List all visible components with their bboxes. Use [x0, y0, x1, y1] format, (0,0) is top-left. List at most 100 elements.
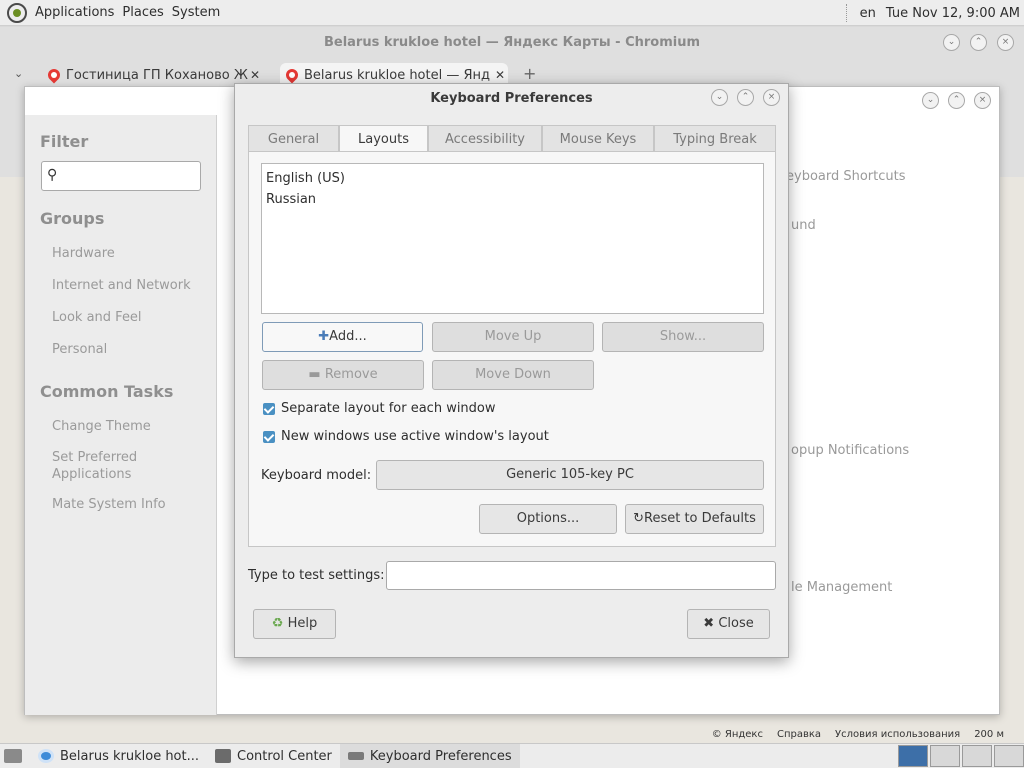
tab-close-icon[interactable]: ✕	[250, 68, 260, 82]
cc-item-keyboard-shortcuts[interactable]: eyboard Shortcuts	[786, 169, 906, 184]
group-look-feel[interactable]: Look and Feel	[52, 309, 142, 326]
move-up-button[interactable]: Move Up	[432, 322, 594, 352]
clock[interactable]: Tue Nov 12, 9:00 AM	[886, 6, 1020, 21]
chromium-minimize-button[interactable]: ⌄	[943, 34, 960, 51]
help-label: Help	[287, 616, 318, 631]
taskbar-item-label: Belarus krukloe hot...	[60, 748, 200, 764]
checkbox-label: New windows use active window's layout	[281, 429, 549, 444]
workspace-2[interactable]	[930, 745, 960, 767]
group-internet-network[interactable]: Internet and Network	[52, 277, 191, 294]
desktop-icon	[4, 749, 22, 763]
system-menu[interactable]: System	[168, 5, 224, 20]
map-scale: 200 м	[974, 729, 1004, 740]
task-system-info[interactable]: Mate System Info	[52, 496, 166, 513]
search-icon: ⚲	[47, 167, 58, 183]
test-settings-label: Type to test settings:	[248, 568, 385, 583]
cc-item-management[interactable]: le Management	[791, 580, 892, 595]
move-down-button[interactable]: Move Down	[432, 360, 594, 390]
checkbox-label: Separate layout for each window	[281, 401, 496, 416]
cc-maximize-button[interactable]: ⌃	[948, 92, 965, 109]
close-button[interactable]: ✖ Close	[687, 609, 770, 639]
list-item[interactable]: Russian	[266, 189, 759, 210]
remove-button[interactable]: ▬ Remove	[262, 360, 424, 390]
checkbox-checked-icon[interactable]	[263, 402, 275, 415]
tab-mouse-keys[interactable]: Mouse Keys	[542, 125, 654, 152]
places-menu[interactable]: Places	[118, 5, 167, 20]
map-help-link[interactable]: Справка	[777, 729, 821, 740]
control-center-icon	[215, 749, 232, 763]
tab-accessibility[interactable]: Accessibility	[428, 125, 542, 152]
reset-defaults-button[interactable]: ↻Reset to Defaults	[625, 504, 764, 534]
help-icon: ♻	[271, 616, 284, 631]
new-windows-checkbox[interactable]: New windows use active window's layout	[263, 429, 549, 444]
tab-layouts[interactable]: Layouts	[339, 125, 428, 152]
dialog-close-button[interactable]: ×	[763, 89, 780, 106]
task-preferred-apps[interactable]: Set Preferred Applications	[52, 449, 152, 483]
tab-list-chevron-icon[interactable]: ⌄	[14, 67, 23, 80]
tab-close-icon[interactable]: ✕	[495, 68, 505, 82]
close-label: Close	[718, 616, 754, 631]
group-personal[interactable]: Personal	[52, 341, 107, 358]
groups-heading: Groups	[40, 209, 105, 228]
keyboard-preferences-dialog: Keyboard Preferences ⌄ ⌃ × General Layou…	[234, 83, 789, 658]
workspace-3[interactable]	[962, 745, 992, 767]
chromium-maximize-button[interactable]: ⌃	[970, 34, 987, 51]
browser-tab-label: Belarus krukloe hotel — Янд	[304, 68, 491, 83]
browser-tab-label: Гостиница ГП Коханово Ж	[66, 68, 248, 83]
cc-minimize-button[interactable]: ⌄	[922, 92, 939, 109]
filter-search-input[interactable]: ⚲	[41, 161, 201, 191]
chromium-close-button[interactable]: ×	[997, 34, 1014, 51]
top-panel: Applications Places System en Tue Nov 12…	[0, 0, 1024, 26]
list-item[interactable]: English (US)	[266, 168, 759, 189]
map-terms-link[interactable]: Условия использования	[835, 729, 960, 740]
reset-label: Reset to Defaults	[644, 511, 756, 526]
test-settings-input[interactable]	[386, 561, 776, 590]
mate-logo-icon[interactable]	[7, 2, 27, 23]
add-layout-button[interactable]: ✚Add...	[262, 322, 423, 352]
layouts-panel: English (US) Russian ✚Add... Move Up Sho…	[248, 151, 776, 547]
options-button[interactable]: Options...	[479, 504, 617, 534]
applications-menu[interactable]: Applications	[31, 5, 118, 20]
separate-layout-checkbox[interactable]: Separate layout for each window	[263, 401, 496, 416]
show-button[interactable]: Show...	[602, 322, 764, 352]
panel-tray: en Tue Nov 12, 9:00 AM	[845, 0, 1020, 26]
close-icon: ✖	[703, 616, 715, 631]
keyboard-indicator[interactable]: en	[860, 6, 876, 21]
keyboard-icon	[347, 752, 364, 760]
taskbar-item-control-center[interactable]: Control Center	[207, 744, 340, 768]
task-change-theme[interactable]: Change Theme	[52, 418, 151, 435]
add-label: Add...	[329, 329, 367, 344]
show-desktop-button[interactable]	[0, 744, 30, 768]
keyboard-model-label: Keyboard model:	[261, 468, 372, 483]
workspace-1[interactable]	[898, 745, 928, 767]
cc-close-button[interactable]: ×	[974, 92, 991, 109]
keyboard-model-button[interactable]: Generic 105-key PC	[376, 460, 764, 490]
remove-label: Remove	[324, 367, 378, 382]
layouts-list[interactable]: English (US) Russian	[261, 163, 764, 314]
cc-item-sound[interactable]: und	[791, 218, 816, 233]
dialog-minimize-button[interactable]: ⌄	[711, 89, 728, 106]
new-tab-icon[interactable]: +	[523, 64, 536, 83]
workspace-4[interactable]	[994, 745, 1024, 767]
cc-sidebar: Filter ⚲ Groups Hardware Internet and Ne…	[25, 115, 217, 715]
chromium-icon	[38, 749, 54, 763]
map-footer: © Яндекс Справка Условия использования 2…	[712, 729, 1004, 740]
tab-typing-break[interactable]: Typing Break	[654, 125, 776, 152]
tab-general[interactable]: General	[248, 125, 339, 152]
map-pin-icon	[283, 66, 301, 84]
group-hardware[interactable]: Hardware	[52, 245, 115, 262]
cc-item-popup-notifications[interactable]: opup Notifications	[791, 443, 909, 458]
taskbar-item-keyboard-preferences[interactable]: Keyboard Preferences	[339, 743, 520, 768]
dialog-tabs: General Layouts Accessibility Mouse Keys…	[248, 125, 776, 152]
minus-icon: ▬	[308, 367, 321, 382]
taskbar-item-label: Keyboard Preferences	[369, 748, 512, 764]
taskbar-item-chromium[interactable]: Belarus krukloe hot...	[30, 744, 207, 768]
plus-icon: ✚	[318, 329, 330, 344]
help-button[interactable]: ♻ Help	[253, 609, 336, 639]
dialog-title: Keyboard Preferences	[430, 91, 593, 106]
workspace-switcher	[898, 745, 1024, 767]
map-copyright: © Яндекс	[711, 729, 763, 740]
bottom-taskbar: Belarus krukloe hot... Control Center Ke…	[0, 743, 1024, 768]
dialog-maximize-button[interactable]: ⌃	[737, 89, 754, 106]
checkbox-checked-icon[interactable]	[263, 430, 275, 443]
